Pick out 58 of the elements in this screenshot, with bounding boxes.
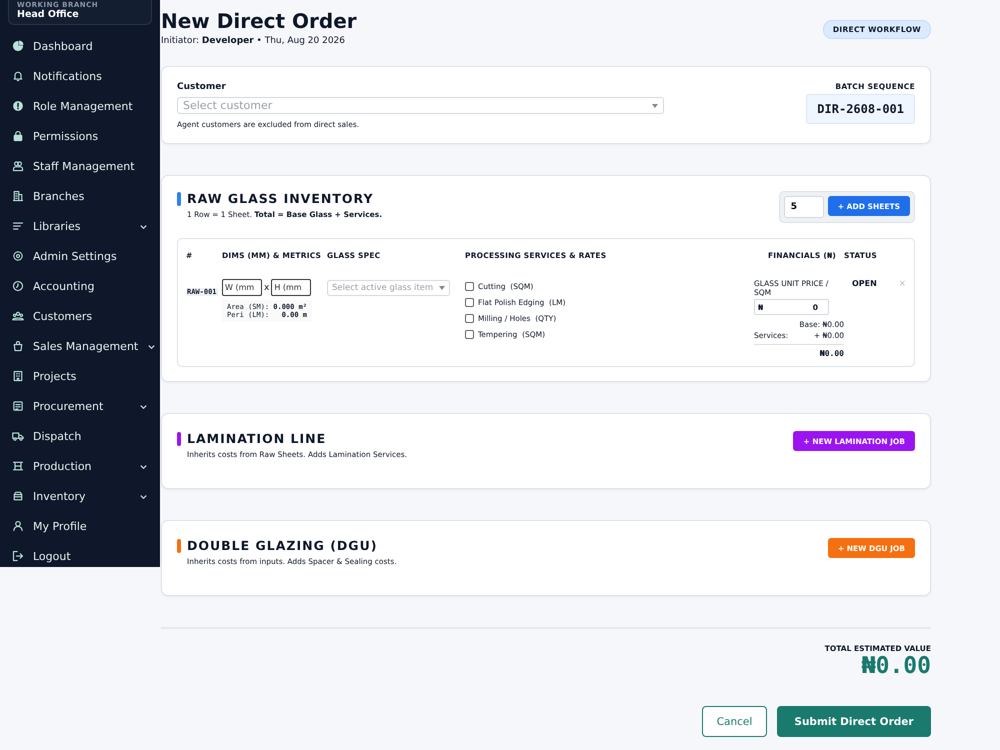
section-title: RAW GLASS INVENTORY (187, 191, 374, 206)
sidebar-item[interactable]: Production (8, 451, 152, 481)
order-meta: Initiator: Developer • Thu, Aug 20 2026 (161, 36, 346, 46)
truck-icon (12, 430, 24, 442)
section-title: LAMINATION LINE (187, 431, 326, 446)
sidebar-item[interactable]: Dispatch (8, 421, 152, 451)
sidebar-item[interactable]: Dashboard (8, 31, 152, 61)
checkbox[interactable] (465, 314, 474, 323)
receipt-icon (12, 400, 24, 412)
sidebar-item[interactable]: Procurement (8, 391, 152, 421)
height-field[interactable]: H (mm (271, 279, 312, 296)
sidebar-item[interactable]: My Profile (8, 511, 152, 541)
sheet-count-field[interactable]: 5 (784, 196, 824, 218)
bell-icon (12, 70, 24, 82)
sidebar-item[interactable]: Branches (8, 181, 152, 211)
caret-icon (439, 286, 445, 290)
customer-label: Customer (177, 82, 227, 92)
clock-icon (12, 280, 24, 292)
status-text: OPEN (852, 279, 877, 289)
sidebar-item[interactable]: Notifications (8, 61, 152, 91)
sidebar-item[interactable]: Accounting (8, 271, 152, 301)
gear-icon (12, 250, 24, 262)
sidebar-item[interactable]: Projects (8, 361, 152, 391)
sidebar-item[interactable]: Logout (8, 541, 152, 567)
branch-name: Head Office (17, 9, 80, 20)
logout-icon (12, 550, 24, 562)
list-icon (12, 220, 24, 232)
row-total: ₦0.00 (754, 344, 844, 358)
sidebar-item[interactable]: Inventory (8, 481, 152, 511)
lock-icon (12, 130, 24, 142)
section-title: DOUBLE GLAZING (DGU) (187, 538, 378, 553)
box-icon (12, 490, 24, 502)
width-field[interactable]: W (mm (222, 279, 262, 296)
sidebar-item[interactable]: Customers (8, 301, 152, 331)
sidebar-item[interactable]: Permissions (8, 121, 152, 151)
users-icon (12, 160, 24, 172)
checkbox[interactable] (465, 298, 474, 307)
building-icon (12, 190, 24, 202)
bag-icon (12, 340, 24, 352)
caret-icon (652, 104, 658, 108)
sidebar-item[interactable]: Role Management (8, 91, 152, 121)
office-icon (12, 370, 24, 382)
sidebar-item[interactable]: Staff Management (8, 151, 152, 181)
cancel-button[interactable]: Cancel (702, 706, 767, 737)
total-value: ₦0.00 (862, 653, 931, 679)
pie-chart-icon (12, 40, 24, 52)
times-sign: x (264, 282, 270, 292)
submit-button[interactable]: Submit Direct Order (777, 706, 931, 737)
checkbox[interactable] (465, 282, 474, 291)
checkbox[interactable] (465, 330, 474, 339)
sidebar-item[interactable]: Sales Management (8, 331, 152, 361)
group-icon (12, 310, 24, 322)
batch-number: DIR-2608-001 (806, 94, 915, 124)
sidebar-item[interactable]: Libraries (8, 211, 152, 241)
page-title: New Direct Order (161, 9, 357, 33)
alert-icon (12, 100, 24, 112)
person-icon (12, 520, 24, 532)
sidebar-item[interactable]: Admin Settings (8, 241, 152, 271)
